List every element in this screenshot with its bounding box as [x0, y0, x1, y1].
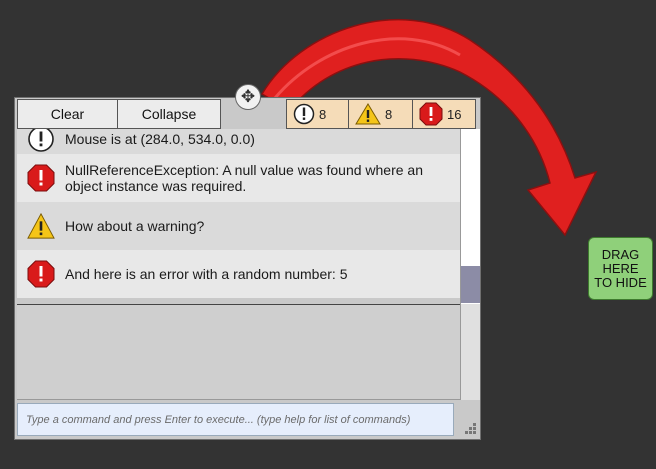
error-count: 16	[447, 106, 462, 122]
log-detail-panel	[17, 304, 460, 400]
info-icon	[293, 103, 315, 125]
error-filter-toggle[interactable]: 16	[412, 99, 476, 129]
resize-grip-icon[interactable]	[463, 421, 477, 435]
warning-icon	[27, 212, 55, 239]
move-icon: ✥	[240, 87, 256, 106]
log-scrollbar[interactable]	[460, 129, 480, 304]
warning-filter-toggle[interactable]: 8	[348, 99, 413, 129]
log-message: Mouse is at (284.0, 534.0, 0.0)	[65, 130, 255, 147]
command-input[interactable]	[17, 403, 454, 436]
log-entry[interactable]: Mouse is at (284.0, 534.0, 0.0)	[17, 129, 460, 154]
info-count: 8	[319, 106, 327, 122]
console-toolbar: Clear Collapse	[17, 99, 221, 129]
log-entry[interactable]: NullReferenceException: A null value was…	[17, 154, 460, 202]
collapse-button[interactable]: Collapse	[118, 99, 221, 129]
log-entry[interactable]: And here is an error with a random numbe…	[17, 250, 460, 298]
error-icon	[419, 102, 443, 126]
log-entry[interactable]: How about a warning?	[17, 202, 460, 250]
hide-drop-zone[interactable]: DRAG HERE TO HIDE	[588, 237, 653, 300]
log-message: NullReferenceException: A null value was…	[65, 162, 423, 194]
log-message: And here is an error with a random numbe…	[65, 266, 348, 282]
log-list: Mouse is at (284.0, 534.0, 0.0) NullRefe…	[17, 129, 460, 303]
warning-count: 8	[385, 106, 393, 122]
move-handle[interactable]: ✥	[235, 84, 261, 110]
error-icon	[27, 164, 55, 192]
log-counters: 8 8 16	[286, 99, 476, 129]
error-icon	[27, 260, 55, 288]
warning-icon	[355, 103, 381, 125]
info-icon	[28, 129, 54, 152]
info-filter-toggle[interactable]: 8	[286, 99, 349, 129]
detail-scrollbar[interactable]	[460, 304, 480, 400]
log-scrollbar-thumb[interactable]	[461, 266, 480, 303]
log-message: How about a warning?	[65, 218, 205, 234]
clear-button[interactable]: Clear	[17, 99, 118, 129]
console-window: Clear Collapse ✥ 8 8 16 Mouse is at (284…	[14, 84, 481, 440]
